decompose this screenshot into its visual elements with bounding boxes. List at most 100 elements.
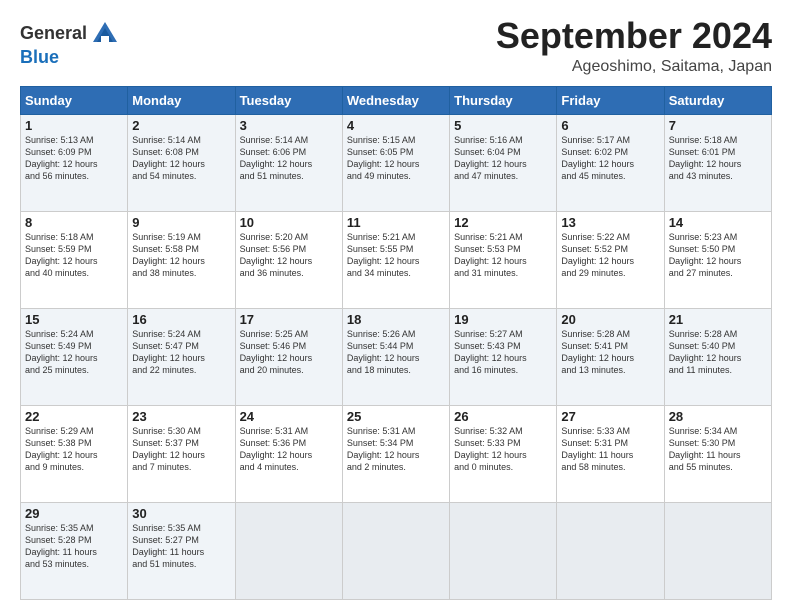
week-row-5: 29 Sunrise: 5:35 AMSunset: 5:28 PMDaylig… [21,502,772,599]
day-info: Sunrise: 5:19 AMSunset: 5:58 PMDaylight:… [132,231,230,280]
table-row: 19 Sunrise: 5:27 AMSunset: 5:43 PMDaylig… [450,308,557,405]
day-number: 20 [561,312,659,327]
page: General Blue September 2024 Ageoshimo, S… [0,0,792,612]
table-row [557,502,664,599]
day-info: Sunrise: 5:30 AMSunset: 5:37 PMDaylight:… [132,425,230,474]
table-row: 6 Sunrise: 5:17 AMSunset: 6:02 PMDayligh… [557,114,664,211]
logo-general-text: General [20,24,87,44]
day-info: Sunrise: 5:14 AMSunset: 6:06 PMDaylight:… [240,134,338,183]
day-number: 25 [347,409,445,424]
day-info: Sunrise: 5:27 AMSunset: 5:43 PMDaylight:… [454,328,552,377]
table-row: 21 Sunrise: 5:28 AMSunset: 5:40 PMDaylig… [664,308,771,405]
day-number: 22 [25,409,123,424]
table-row: 7 Sunrise: 5:18 AMSunset: 6:01 PMDayligh… [664,114,771,211]
day-number: 8 [25,215,123,230]
header-row: Sunday Monday Tuesday Wednesday Thursday… [21,86,772,114]
day-info: Sunrise: 5:28 AMSunset: 5:41 PMDaylight:… [561,328,659,377]
day-number: 24 [240,409,338,424]
day-info: Sunrise: 5:16 AMSunset: 6:04 PMDaylight:… [454,134,552,183]
month-title: September 2024 [496,16,772,56]
day-info: Sunrise: 5:18 AMSunset: 5:59 PMDaylight:… [25,231,123,280]
table-row: 20 Sunrise: 5:28 AMSunset: 5:41 PMDaylig… [557,308,664,405]
table-row: 30 Sunrise: 5:35 AMSunset: 5:27 PMDaylig… [128,502,235,599]
day-info: Sunrise: 5:21 AMSunset: 5:55 PMDaylight:… [347,231,445,280]
day-info: Sunrise: 5:20 AMSunset: 5:56 PMDaylight:… [240,231,338,280]
table-row: 24 Sunrise: 5:31 AMSunset: 5:36 PMDaylig… [235,405,342,502]
day-info: Sunrise: 5:24 AMSunset: 5:47 PMDaylight:… [132,328,230,377]
day-info: Sunrise: 5:15 AMSunset: 6:05 PMDaylight:… [347,134,445,183]
day-info: Sunrise: 5:24 AMSunset: 5:49 PMDaylight:… [25,328,123,377]
table-row: 17 Sunrise: 5:25 AMSunset: 5:46 PMDaylig… [235,308,342,405]
day-info: Sunrise: 5:14 AMSunset: 6:08 PMDaylight:… [132,134,230,183]
day-info: Sunrise: 5:23 AMSunset: 5:50 PMDaylight:… [669,231,767,280]
table-row: 13 Sunrise: 5:22 AMSunset: 5:52 PMDaylig… [557,211,664,308]
day-number: 12 [454,215,552,230]
day-number: 30 [132,506,230,521]
day-info: Sunrise: 5:31 AMSunset: 5:36 PMDaylight:… [240,425,338,474]
day-number: 14 [669,215,767,230]
day-info: Sunrise: 5:33 AMSunset: 5:31 PMDaylight:… [561,425,659,474]
day-info: Sunrise: 5:29 AMSunset: 5:38 PMDaylight:… [25,425,123,474]
table-row: 3 Sunrise: 5:14 AMSunset: 6:06 PMDayligh… [235,114,342,211]
week-row-4: 22 Sunrise: 5:29 AMSunset: 5:38 PMDaylig… [21,405,772,502]
table-row: 11 Sunrise: 5:21 AMSunset: 5:55 PMDaylig… [342,211,449,308]
day-number: 28 [669,409,767,424]
day-info: Sunrise: 5:26 AMSunset: 5:44 PMDaylight:… [347,328,445,377]
day-number: 17 [240,312,338,327]
table-row [450,502,557,599]
day-number: 26 [454,409,552,424]
day-info: Sunrise: 5:17 AMSunset: 6:02 PMDaylight:… [561,134,659,183]
day-number: 18 [347,312,445,327]
table-row: 4 Sunrise: 5:15 AMSunset: 6:05 PMDayligh… [342,114,449,211]
day-number: 2 [132,118,230,133]
th-saturday: Saturday [664,86,771,114]
day-info: Sunrise: 5:18 AMSunset: 6:01 PMDaylight:… [669,134,767,183]
day-number: 6 [561,118,659,133]
table-row: 14 Sunrise: 5:23 AMSunset: 5:50 PMDaylig… [664,211,771,308]
table-row: 22 Sunrise: 5:29 AMSunset: 5:38 PMDaylig… [21,405,128,502]
day-number: 23 [132,409,230,424]
calendar-table: Sunday Monday Tuesday Wednesday Thursday… [20,86,772,600]
location-title: Ageoshimo, Saitama, Japan [496,58,772,76]
th-friday: Friday [557,86,664,114]
day-number: 5 [454,118,552,133]
table-row: 5 Sunrise: 5:16 AMSunset: 6:04 PMDayligh… [450,114,557,211]
day-number: 4 [347,118,445,133]
table-row: 10 Sunrise: 5:20 AMSunset: 5:56 PMDaylig… [235,211,342,308]
th-sunday: Sunday [21,86,128,114]
day-info: Sunrise: 5:13 AMSunset: 6:09 PMDaylight:… [25,134,123,183]
day-info: Sunrise: 5:35 AMSunset: 5:27 PMDaylight:… [132,522,230,571]
table-row: 8 Sunrise: 5:18 AMSunset: 5:59 PMDayligh… [21,211,128,308]
day-number: 7 [669,118,767,133]
day-number: 13 [561,215,659,230]
table-row: 27 Sunrise: 5:33 AMSunset: 5:31 PMDaylig… [557,405,664,502]
table-row: 9 Sunrise: 5:19 AMSunset: 5:58 PMDayligh… [128,211,235,308]
day-number: 21 [669,312,767,327]
table-row: 23 Sunrise: 5:30 AMSunset: 5:37 PMDaylig… [128,405,235,502]
table-row: 16 Sunrise: 5:24 AMSunset: 5:47 PMDaylig… [128,308,235,405]
title-block: September 2024 Ageoshimo, Saitama, Japan [496,16,772,76]
th-tuesday: Tuesday [235,86,342,114]
week-row-1: 1 Sunrise: 5:13 AMSunset: 6:09 PMDayligh… [21,114,772,211]
day-info: Sunrise: 5:31 AMSunset: 5:34 PMDaylight:… [347,425,445,474]
table-row: 15 Sunrise: 5:24 AMSunset: 5:49 PMDaylig… [21,308,128,405]
day-number: 3 [240,118,338,133]
th-monday: Monday [128,86,235,114]
table-row: 18 Sunrise: 5:26 AMSunset: 5:44 PMDaylig… [342,308,449,405]
day-number: 11 [347,215,445,230]
th-wednesday: Wednesday [342,86,449,114]
day-number: 27 [561,409,659,424]
day-info: Sunrise: 5:25 AMSunset: 5:46 PMDaylight:… [240,328,338,377]
table-row [235,502,342,599]
logo-blue-text: Blue [20,47,59,67]
day-info: Sunrise: 5:34 AMSunset: 5:30 PMDaylight:… [669,425,767,474]
day-info: Sunrise: 5:32 AMSunset: 5:33 PMDaylight:… [454,425,552,474]
day-number: 1 [25,118,123,133]
table-row [342,502,449,599]
logo-icon [91,20,119,48]
table-row: 1 Sunrise: 5:13 AMSunset: 6:09 PMDayligh… [21,114,128,211]
day-number: 9 [132,215,230,230]
day-info: Sunrise: 5:21 AMSunset: 5:53 PMDaylight:… [454,231,552,280]
day-info: Sunrise: 5:28 AMSunset: 5:40 PMDaylight:… [669,328,767,377]
table-row [664,502,771,599]
